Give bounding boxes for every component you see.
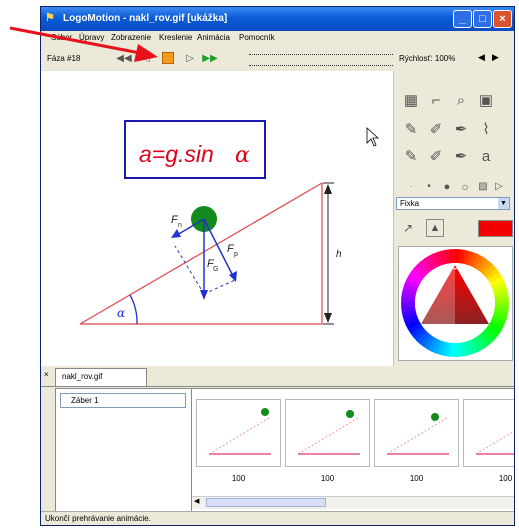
file-tab-strip: × nakl_rov.gif [41,366,514,387]
pointer-icon[interactable]: ▷ [488,177,510,197]
scroll-left-icon[interactable]: ◀ [194,497,199,505]
phase-label: Fáza #18 [47,54,81,63]
fill-tool-icon[interactable]: ▦ [400,91,422,111]
text-tool-icon[interactable]: a [475,147,497,167]
dashed-construction-2 [203,279,236,295]
minimize-button[interactable]: _ [453,10,472,28]
menu-help[interactable]: Pomocník [239,33,275,42]
vector-fp-head [229,271,237,282]
tab-file-label: nakl_rov.gif [62,372,103,381]
stamp-tool-icon[interactable]: ✒ [450,147,472,167]
color-wheel-panel[interactable] [398,246,513,361]
thumbnail-scrollbar[interactable]: ◀ [192,496,514,509]
frames-panel: × nakl_rov.gif Záber 1 100 100 100 100 ◀ [41,366,514,513]
list-item[interactable]: Záber 1 [60,393,186,408]
menu-animation[interactable]: Animácia [197,33,230,42]
color-wheel [401,249,509,357]
picture-tool-icon[interactable]: ▣ [475,91,497,111]
eraser-tool-icon[interactable]: ✐ [425,147,447,167]
brush-tool-icon[interactable]: ✐ [425,120,447,140]
frame-thumbnail-4[interactable] [463,399,514,467]
line-tool-icon[interactable]: ✎ [400,147,422,167]
app-window: ⚑ LogoMotion - nakl_rov.gif [ukážka] _ □… [40,6,515,526]
menu-draw[interactable]: Kreslenie [159,33,192,42]
app-icon: ⚑ [45,12,55,24]
shape-mode-icon[interactable]: ▲ [426,219,444,237]
marker-tool-icon[interactable]: ✒ [450,120,472,140]
pen-type-value: Fixka [400,199,420,208]
frame-duration-1: 100 [231,474,246,483]
drawing-canvas[interactable]: a=g.sin α α h F n F G F p [41,71,394,366]
close-button[interactable]: × [493,10,512,28]
formula-text: a=g.sin [139,141,214,167]
mouse-cursor [366,127,380,147]
status-text: Ukončí prehrávanie animácie. [45,514,151,523]
dashed-construction-1 [174,245,205,295]
pen-mode-icon[interactable]: ↗ [403,221,413,235]
shape-tool-icon[interactable]: ⌇ [475,120,497,140]
list-item-label: Záber 1 [71,396,99,405]
frame-duration-3: 100 [409,474,424,483]
frame-thumbnail-1[interactable] [196,399,281,467]
pen-tool-icon[interactable]: ✎ [400,120,422,140]
label-fn-sub: n [178,222,182,229]
frame-timeline[interactable] [249,54,393,66]
speed-label: Rýchlosť: 100% [399,54,456,63]
frame-thumbnail-2[interactable] [285,399,370,467]
window-title: LogoMotion - nakl_rov.gif [ukážka] [63,13,228,24]
title-bar[interactable]: ⚑ LogoMotion - nakl_rov.gif [ukážka] _ □… [41,7,514,31]
formula-alpha: α [235,143,250,168]
stop-button[interactable] [159,51,177,67]
pen-type-select[interactable]: Fixka ▼ [396,197,510,210]
menu-bar: Súbor Úpravy Zobrazenie Kreslenie Animác… [41,31,514,46]
status-bar: Ukončí prehrávanie animácie. [41,511,514,525]
current-color-swatch[interactable] [478,220,513,237]
speed-increase-button[interactable]: ▶ [492,52,499,63]
menu-file[interactable]: Súbor [51,33,72,42]
menu-view[interactable]: Zobrazenie [111,33,151,42]
height-arrow-bottom [324,313,332,323]
label-alpha: α [117,306,125,320]
playback-toolbar: Fáza #18 ◀◀ ◁ ▷ ▶▶ Rýchlosť: 100% ◀ ▶ [41,47,514,72]
frame-thumbnails: 100 100 100 100 ◀ [191,388,514,512]
scroll-thumb[interactable] [206,498,326,507]
label-fp-sub: p [234,251,238,258]
play-forward-button[interactable]: ▷ [181,51,199,67]
height-arrow-top [324,184,332,194]
chevron-down-icon: ▼ [498,198,509,209]
first-frame-button[interactable]: ◀◀ [115,51,133,67]
stop-icon [162,52,174,65]
incline-hypotenuse [79,182,323,325]
close-tab-icon[interactable]: × [44,370,49,379]
frame-duration-4: 100 [498,474,513,483]
speed-decrease-button[interactable]: ◀ [478,52,485,63]
last-frame-button[interactable]: ▶▶ [201,51,219,67]
frame-duration-2: 100 [320,474,335,483]
label-fg-sub: G [213,266,218,273]
angle-arc [129,294,138,325]
maximize-button[interactable]: □ [473,10,492,28]
select-tool-icon[interactable]: ⌐ [425,91,447,111]
zoom-tool-icon[interactable]: ⌕ [450,91,472,111]
tab-file[interactable]: nakl_rov.gif [55,368,147,386]
menu-edit[interactable]: Úpravy [79,33,104,42]
label-h: h [336,249,342,260]
frame-thumbnail-3[interactable] [374,399,459,467]
scene-list: Záber 1 [55,388,195,512]
play-backward-button[interactable]: ◁ [137,51,155,67]
vector-fg-head [200,290,208,300]
physics-diagram: a=g.sin α α h F n F G F p [79,120,380,325]
